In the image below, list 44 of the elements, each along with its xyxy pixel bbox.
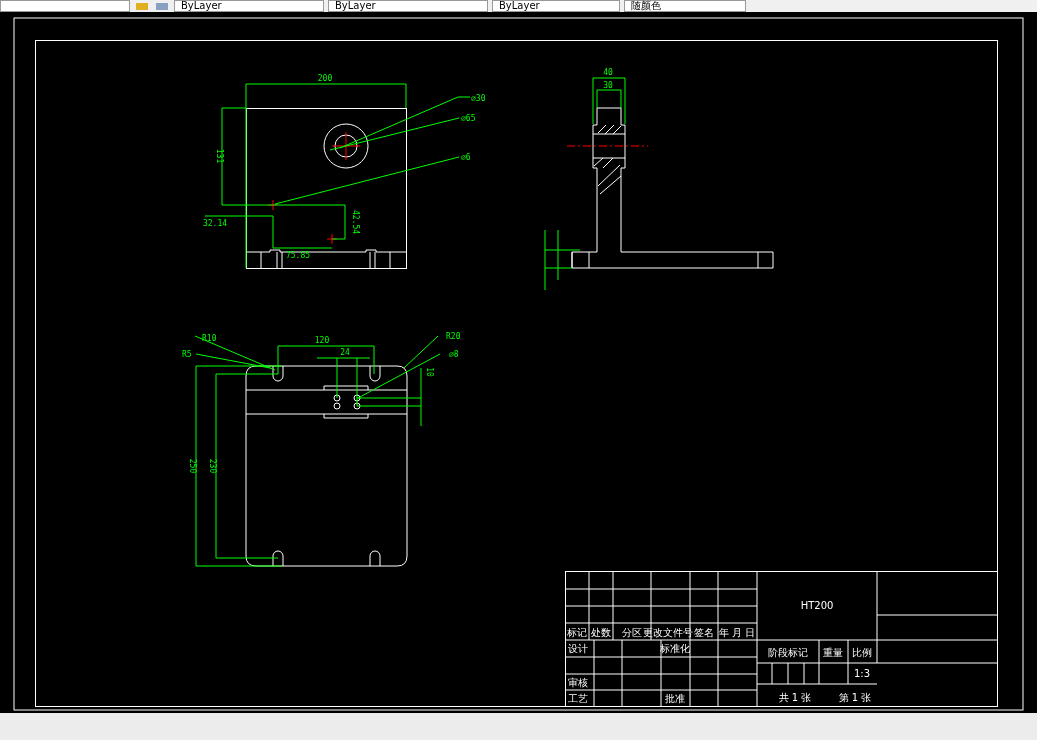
table-header: 年 月 日: [718, 627, 756, 638]
material-label: HT200: [800, 600, 834, 611]
dropdown[interactable]: ByLayer: [328, 0, 488, 12]
scale-value: 1:3: [853, 668, 871, 679]
table-header: 阶段标记: [768, 647, 808, 658]
dimension-label: 10: [425, 367, 434, 377]
dimension-label: 30: [603, 81, 613, 90]
table-label: 设计: [568, 643, 588, 654]
dimension-label: 40: [603, 68, 613, 77]
table-header: 处数: [591, 627, 611, 638]
dropdown[interactable]: ByLayer: [174, 0, 324, 12]
dropdown[interactable]: ByLayer: [492, 0, 620, 12]
table-header: 重量: [823, 647, 843, 658]
dimension-label: 42.54: [351, 209, 360, 235]
table-label: 批准: [665, 693, 685, 704]
sheet-number: 第 1 张: [838, 692, 872, 703]
table-label: 工艺: [568, 693, 588, 704]
dimension-label: 230: [208, 458, 217, 474]
dimension-label: 200: [317, 74, 333, 83]
dimension-label: 120: [314, 336, 330, 345]
sheet-total: 共 1 张: [778, 692, 812, 703]
callout-label: ⌀6: [461, 153, 471, 162]
callout-label: ⌀8: [449, 350, 459, 359]
dropdown[interactable]: 随颜色: [624, 0, 746, 12]
dimension-label: 75.85: [285, 251, 311, 260]
dropdown[interactable]: [0, 0, 130, 12]
dimension-label: 250: [188, 458, 197, 474]
callout-label: R20: [446, 332, 461, 341]
dimension-label: 32.14: [202, 219, 228, 228]
dimension-label: 24: [340, 348, 350, 357]
table-label: 审核: [568, 677, 588, 688]
table-header: 比例: [852, 647, 872, 658]
callout-label: ⌀30: [471, 94, 486, 103]
callout-label: R5: [182, 350, 192, 359]
dimension-label: 131: [215, 148, 224, 164]
table-header: 标记: [567, 627, 587, 638]
table-header: 签名: [694, 627, 714, 638]
callout-label: ⌀65: [461, 114, 476, 123]
callout-label: R10: [202, 334, 217, 343]
stack-icon[interactable]: [154, 1, 170, 11]
table-header: 更改文件号: [643, 627, 693, 638]
table-label: 标准化: [660, 643, 690, 654]
layer-icon[interactable]: [134, 1, 150, 11]
table-header: 分区: [622, 627, 642, 638]
